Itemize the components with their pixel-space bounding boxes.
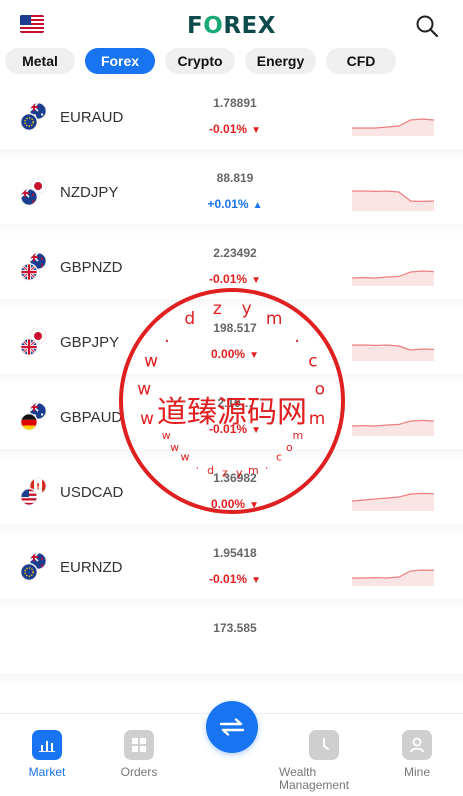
pair-price: 198.517 [213, 321, 257, 335]
change-text: -0.01% [209, 272, 248, 286]
arrow-down-icon: ▼ [251, 425, 261, 436]
quote-row[interactable]: EURAUD 1.78891 -0.01% ▼ [0, 80, 463, 161]
sparkline-chart [352, 190, 434, 211]
quote-row[interactable]: 173.585 [0, 605, 463, 686]
trade-button[interactable] [206, 701, 258, 753]
quote-row[interactable]: GBPJPY 198.517 0.00% ▼ [0, 305, 463, 386]
quote-row[interactable]: EURNZD 1.95418 -0.01% ▼ [0, 530, 463, 611]
swap-arrows-icon [219, 718, 245, 736]
change-text: +0.01% [207, 197, 249, 211]
currency-pair-icon [20, 177, 47, 206]
quote-row[interactable]: GBPNZD 2.23492 -0.01% ▼ [0, 230, 463, 311]
quote-row[interactable]: NZDJPY 88.819 +0.01% ▲ [0, 155, 463, 236]
sparkline-chart [352, 118, 434, 136]
tab-energy[interactable]: Energy [245, 48, 316, 74]
pair-change: -0.01% ▼ [190, 572, 280, 586]
nav-wealth-label: Wealth Management [279, 765, 350, 792]
pair-change: -0.01% ▼ [190, 422, 280, 436]
pair-symbol: EURAUD [60, 109, 124, 126]
pair-change: -0.01% ▼ [190, 122, 280, 136]
arrow-down-icon: ▼ [249, 500, 259, 511]
change-text: -0.01% [209, 122, 248, 136]
pair-symbol: USDCAD [60, 484, 124, 501]
sparkline-chart [352, 569, 434, 586]
bar-chart-icon [32, 730, 62, 760]
currency-pair-icon [20, 102, 47, 131]
pair-change: 0.00% ▼ [190, 347, 280, 361]
currency-pair-icon [20, 477, 47, 506]
arrow-up-icon: ▲ [252, 200, 263, 211]
clock-icon [309, 730, 339, 760]
pair-price: 173.585 [213, 621, 257, 635]
nav-mine-label: Mine [403, 765, 430, 779]
pair-change: 0.00% ▼ [190, 497, 280, 511]
currency-pair-icon [20, 552, 47, 581]
sparkline-chart [352, 419, 434, 436]
nav-market-label: Market [28, 765, 66, 779]
currency-pair-icon [20, 402, 47, 431]
quote-row[interactable]: USDCAD 1.36982 0.00% ▼ [0, 455, 463, 536]
sparkline-area [352, 271, 434, 286]
pair-price: 2.23492 [213, 246, 257, 260]
nav-market[interactable]: Market [2, 730, 92, 779]
change-text: 0.00% [211, 497, 246, 511]
pair-price: 1.36982 [213, 471, 257, 485]
pair-symbol: GBPJPY [60, 334, 120, 351]
arrow-down-icon: ▼ [251, 575, 261, 586]
currency-pair-icon [20, 327, 47, 356]
app-header: FOREX [0, 0, 463, 50]
arrow-down-icon: ▼ [251, 125, 261, 136]
pair-price: 88.819 [216, 171, 254, 185]
search-icon[interactable] [415, 14, 439, 38]
sparkline-area [352, 493, 434, 511]
change-text: 0.00% [211, 347, 246, 361]
pair-price: 1.78891 [213, 96, 257, 110]
bottom-nav: Market Orders Wealth Management Mine [0, 701, 463, 796]
category-tabs: Metal Forex Crypto Energy CFD [5, 48, 396, 74]
change-text: -0.01% [209, 422, 248, 436]
nav-mine[interactable]: Mine [372, 730, 462, 779]
sparkline-chart [352, 344, 434, 361]
logo-text: FOREX [187, 13, 276, 39]
user-icon [402, 730, 432, 760]
currency-pair-icon [20, 252, 47, 281]
sparkline-chart [352, 492, 434, 511]
nav-orders-label: Orders [120, 765, 158, 779]
nav-wealth[interactable]: Wealth Management [279, 730, 369, 792]
tab-crypto[interactable]: Crypto [165, 48, 235, 74]
sparkline-chart [352, 270, 434, 286]
pair-symbol: GBPNZD [60, 259, 123, 276]
grid-icon [124, 730, 154, 760]
pair-change: -0.01% ▼ [190, 272, 280, 286]
pair-change: +0.01% ▲ [190, 197, 280, 211]
tab-forex[interactable]: Forex [85, 48, 155, 74]
pair-price: 1.95418 [213, 546, 257, 560]
arrow-down-icon: ▼ [251, 275, 261, 286]
tab-metal[interactable]: Metal [5, 48, 75, 74]
pair-price: 2.10… [217, 396, 253, 410]
tab-cfd[interactable]: CFD [326, 48, 396, 74]
app-logo: FOREX [0, 13, 463, 39]
sparkline-area [352, 345, 434, 361]
quote-list: EURAUD 1.78891 -0.01% ▼ NZDJPY 88.819 +0.01% ▲ G… [0, 80, 463, 713]
quote-row[interactable]: GBPAUD 2.10… -0.01% ▼ [0, 380, 463, 461]
change-text: -0.01% [209, 572, 248, 586]
pair-symbol: NZDJPY [60, 184, 119, 201]
arrow-down-icon: ▼ [249, 350, 259, 361]
pair-symbol: EURNZD [60, 559, 123, 576]
pair-symbol: GBPAUD [60, 409, 123, 426]
nav-orders[interactable]: Orders [94, 730, 184, 779]
sparkline-area [352, 420, 434, 436]
